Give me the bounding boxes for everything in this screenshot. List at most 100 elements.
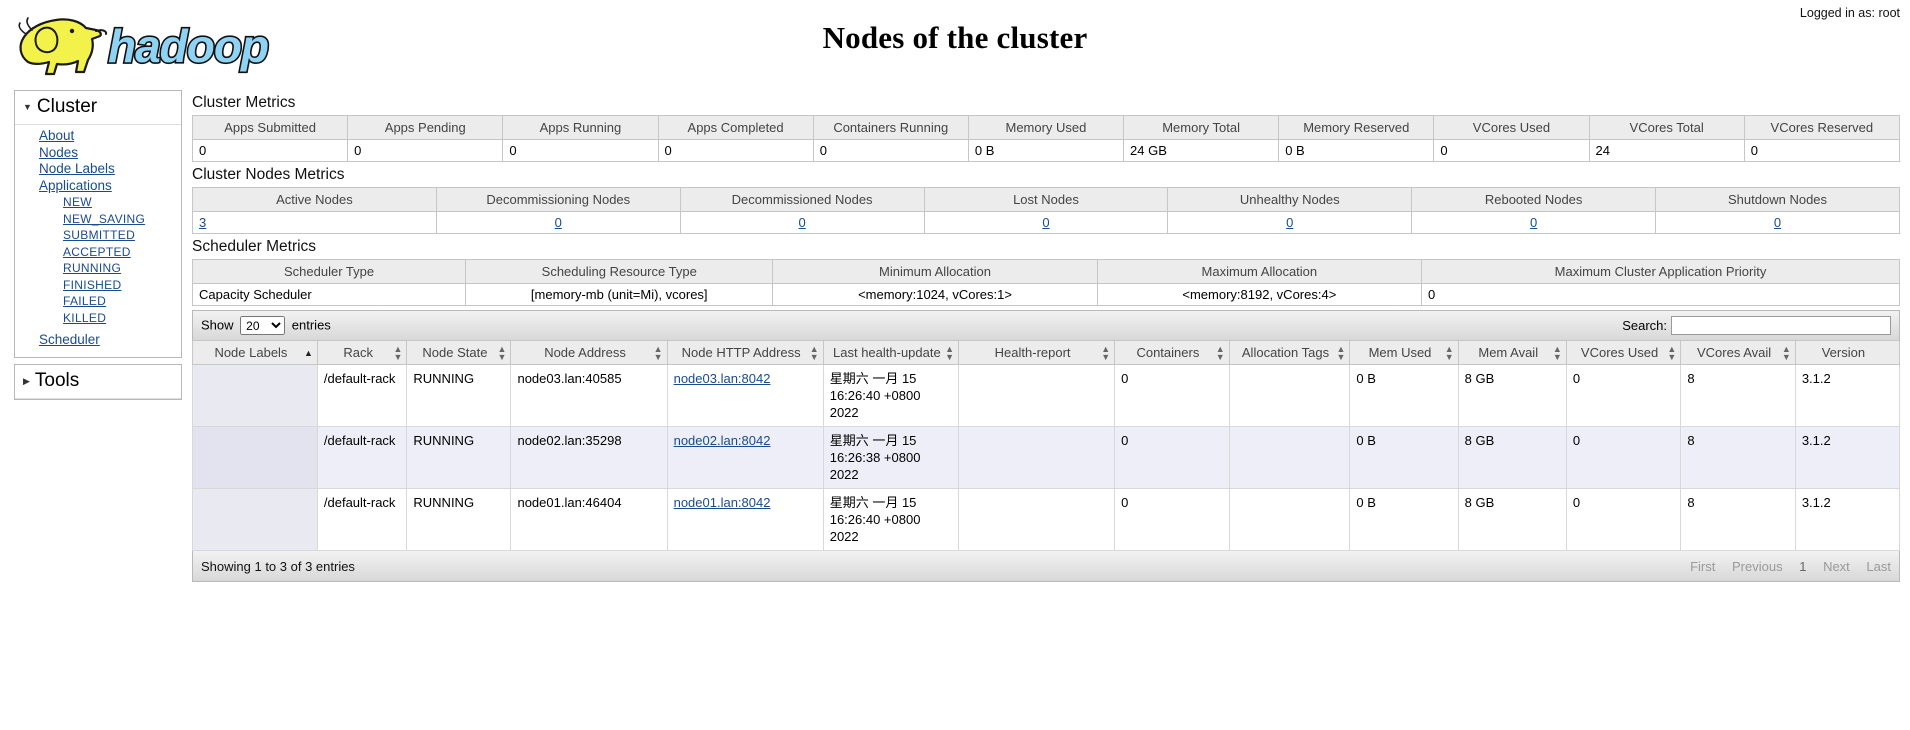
cell-node-state: RUNNING [406,364,512,427]
col-mem-avail[interactable]: Mem Avail ▲ ▼ [1457,340,1567,365]
col-node-state[interactable]: Node State ▲ ▼ [406,340,512,365]
table-row: /default-rack RUNNING node03.lan:40585 n… [192,364,1901,427]
col-containers[interactable]: Containers ▲ ▼ [1114,340,1230,365]
col-allocation-tags[interactable]: Allocation Tags ▲ ▼ [1228,340,1351,365]
col-label: VCores Avail [1696,345,1772,360]
link-decommissioned-nodes[interactable]: 0 [798,215,805,230]
val-memory-total: 24 GB [1123,139,1280,162]
val-scheduler-type: Capacity Scheduler [191,283,467,306]
sidebar-item-about[interactable]: About [15,128,181,145]
cell-node-http-address-link[interactable]: node03.lan:8042 [674,371,771,386]
table-header-row: Apps Submitted Apps Pending Apps Running… [191,115,1901,140]
cell-allocation-tags [1228,426,1351,489]
table-row: 3 0 0 0 0 0 0 [192,211,1900,234]
sidebar-item-node-labels[interactable]: Node Labels [15,161,181,178]
col-rebooted-nodes: Rebooted Nodes [1411,187,1657,212]
col-label: Mem Avail [1478,345,1539,360]
cell-node-http-address-link[interactable]: node01.lan:8042 [674,495,771,510]
col-node-http-address[interactable]: Node HTTP Address ▲ ▼ [666,340,824,365]
pagination-last[interactable]: Last [1866,559,1891,574]
sidebar-item-applications[interactable]: Applications [15,178,181,195]
col-node-address[interactable]: Node Address ▲ ▼ [510,340,668,365]
page-title: Nodes of the cluster [822,20,1088,55]
col-label: Node State [422,345,488,360]
sidebar-item-app-killed[interactable]: KILLED [15,310,181,327]
link-decommissioning-nodes[interactable]: 0 [555,215,562,230]
datatable-toolbar: Show 20 40 60 80 100 entries Search: [192,310,1900,340]
col-containers-running: Containers Running [812,115,969,140]
link-rebooted-nodes[interactable]: 0 [1530,215,1537,230]
val-apps-submitted: 0 [191,139,349,162]
sidebar-item-app-running[interactable]: RUNNING [15,260,181,277]
sidebar-item-nodes[interactable]: Nodes [15,145,181,162]
sidebar-item-app-new-saving[interactable]: NEW_SAVING [15,211,181,228]
sort-icon: ▲ ▼ [1101,343,1111,362]
col-node-labels[interactable]: Node Labels ▲ [192,340,318,365]
triangle-down-icon: ▼ [23,102,32,112]
col-max-cluster-app-priority: Maximum Cluster Application Priority [1421,259,1900,284]
cell-vcores-avail: 8 [1680,488,1796,551]
link-active-nodes[interactable]: 3 [199,215,206,230]
col-maximum-allocation: Maximum Allocation [1096,259,1423,284]
sort-icon: ▲ ▼ [1336,343,1346,362]
sidebar-tools-header[interactable]: ▶ Tools [15,365,181,399]
cell-last-health-update: 星期六 一月 15 16:26:38 +0800 2022 [822,426,960,489]
col-apps-submitted: Apps Submitted [191,115,349,140]
cell-node-http-address-link[interactable]: node02.lan:8042 [674,433,771,448]
sidebar-item-app-new[interactable]: NEW [15,194,181,211]
cell-node-address: node01.lan:46404 [510,488,668,551]
sidebar-cluster-header[interactable]: ▼ Cluster [15,91,181,125]
cell-vcores-avail: 8 [1680,426,1796,489]
sidebar-tools-label: Tools [34,369,80,391]
cell-node-labels [192,488,318,551]
pagination-previous[interactable]: Previous [1732,559,1783,574]
col-rack[interactable]: Rack ▲ ▼ [316,340,408,365]
cell-health-report [958,426,1116,489]
main-content: Cluster Metrics Apps Submitted Apps Pend… [182,90,1910,582]
scheduler-metrics-table: Scheduler Type Scheduling Resource Type … [191,259,1900,306]
sidebar-item-scheduler[interactable]: Scheduler [15,332,181,349]
pagination-first[interactable]: First [1690,559,1715,574]
sidebar-item-app-submitted[interactable]: SUBMITTED [15,227,181,244]
sort-icon: ▲ ▼ [1215,343,1225,362]
page-length-select[interactable]: 20 40 60 80 100 [240,316,286,335]
col-health-report[interactable]: Health-report ▲ ▼ [958,340,1116,365]
pagination-page-1[interactable]: 1 [1799,559,1806,574]
col-scheduling-resource-type: Scheduling Resource Type [465,259,774,284]
pagination-next[interactable]: Next [1823,559,1850,574]
cell-allocation-tags [1228,364,1351,427]
col-vcores-avail[interactable]: VCores Avail ▲ ▼ [1680,340,1796,365]
cell-mem-used: 0 B [1349,364,1459,427]
cell-node-state: RUNNING [406,488,512,551]
col-label: VCores Used [1580,345,1659,360]
cell-node-address: node03.lan:40585 [510,364,668,427]
sort-icon: ▲ ▼ [1444,343,1454,362]
col-last-health-update[interactable]: Last health-update ▲ ▼ [822,340,960,365]
val-containers-running: 0 [812,139,969,162]
scheduler-metrics-title: Scheduler Metrics [192,238,317,255]
sidebar-cluster-label: Cluster [36,96,98,117]
cell-version: 3.1.2 [1794,364,1901,427]
link-unhealthy-nodes[interactable]: 0 [1286,215,1293,230]
col-vcores-used[interactable]: VCores Used ▲ ▼ [1565,340,1682,365]
sidebar-item-app-finished[interactable]: FINISHED [15,277,181,294]
search-input[interactable] [1671,316,1891,335]
col-mem-used[interactable]: Mem Used ▲ ▼ [1349,340,1459,365]
val-apps-pending: 0 [347,139,504,162]
cell-node-address: node02.lan:35298 [510,426,668,489]
val-maximum-allocation: <memory:8192, vCores:4> [1096,283,1423,306]
table-row: Capacity Scheduler [memory-mb (unit=Mi),… [191,283,1900,306]
sort-icon: ▲ ▼ [497,343,507,362]
col-active-nodes: Active Nodes [192,187,437,212]
cell-containers: 0 [1114,364,1230,427]
cell-last-health-update: 星期六 一月 15 16:26:40 +0800 2022 [822,488,960,551]
link-lost-nodes[interactable]: 0 [1042,215,1049,230]
table-row: 0 0 0 0 0 0 B 24 GB 0 B 0 24 0 [191,139,1901,162]
cell-mem-used: 0 B [1349,488,1459,551]
sidebar-cluster-block: ▼ Cluster About Nodes Node Labels Applica… [14,90,182,358]
link-shutdown-nodes[interactable]: 0 [1774,215,1781,230]
col-version[interactable]: Version [1794,340,1901,365]
sidebar-item-app-accepted[interactable]: ACCEPTED [15,244,181,261]
cell-vcores-used: 0 [1565,364,1682,427]
sidebar-item-app-failed[interactable]: FAILED [15,293,181,310]
